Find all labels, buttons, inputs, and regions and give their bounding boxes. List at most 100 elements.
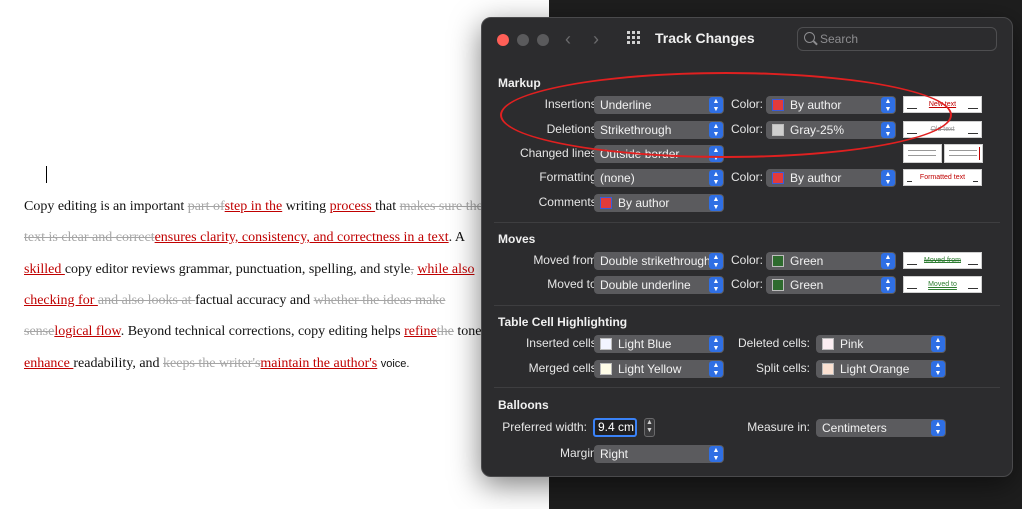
- moved-from-preview: Moved from: [903, 252, 982, 269]
- formatting-popup[interactable]: (none) ▲ ▼: [594, 169, 724, 187]
- document-body[interactable]: Copy editing is an important part ofstep…: [24, 0, 494, 509]
- changed-lines-value: Outside border: [600, 147, 680, 161]
- divider: [494, 387, 1000, 388]
- insertion-run[interactable]: maintain the author's: [260, 356, 377, 371]
- text-run[interactable]: . Beyond technical corrections, copy edi…: [121, 324, 404, 339]
- search-box[interactable]: [797, 27, 997, 51]
- changed-lines-popup[interactable]: Outside border ▲ ▼: [594, 145, 724, 163]
- color-swatch: [600, 338, 612, 350]
- zoom-window-button[interactable]: [537, 34, 549, 46]
- insertions-color-popup[interactable]: By author ▲ ▼: [766, 96, 896, 114]
- chevron-updown-icon: ▲ ▼: [709, 97, 723, 113]
- chevron-updown-icon: ▲ ▼: [881, 253, 895, 269]
- deletion-run[interactable]: sense: [24, 324, 54, 339]
- deletions-preview-text: Old text: [930, 126, 955, 133]
- chevron-updown-icon: ▲ ▼: [881, 170, 895, 186]
- document-line[interactable]: skilled copy editor reviews grammar, pun…: [24, 262, 474, 278]
- insertions-popup[interactable]: Underline ▲ ▼: [594, 96, 724, 114]
- chevron-updown-icon: ▲ ▼: [709, 146, 723, 162]
- text-run[interactable]: copy editor reviews grammar, punctuation…: [65, 262, 410, 277]
- merged-cells-popup[interactable]: Light Yellow ▲ ▼: [594, 360, 724, 378]
- comments-value: By author: [618, 196, 670, 210]
- color-swatch: [772, 255, 784, 267]
- moved-to-popup[interactable]: Double underline ▲ ▼: [594, 276, 724, 294]
- text-run[interactable]: that: [375, 199, 400, 214]
- title-bar: ‹ › Track Changes: [482, 18, 1012, 60]
- deleted-cells-popup[interactable]: Pink ▲ ▼: [816, 335, 946, 353]
- merged-cells-label: Merged cells:: [528, 361, 600, 375]
- margin-popup[interactable]: Right ▲ ▼: [594, 445, 724, 463]
- chevron-left-icon[interactable]: ‹: [565, 29, 571, 50]
- insertion-run[interactable]: while also: [417, 262, 474, 277]
- split-cells-value: Light Orange: [840, 362, 910, 376]
- deletion-run[interactable]: keeps the writer's: [163, 356, 260, 371]
- color-swatch: [772, 124, 784, 136]
- chevron-right-icon[interactable]: ›: [593, 29, 599, 50]
- deletions-preview: Old text: [903, 121, 982, 138]
- moved-to-label: Moved to:: [547, 277, 600, 291]
- document-line[interactable]: checking for and also looks at factual a…: [24, 293, 445, 309]
- deletion-run[interactable]: text is clear and correct: [24, 230, 155, 245]
- text-run[interactable]: factual accuracy and: [195, 293, 314, 308]
- markup-section-title: Markup: [498, 76, 541, 90]
- chevron-updown-icon: ▲ ▼: [709, 361, 723, 377]
- chevron-updown-icon: ▲ ▼: [881, 122, 895, 138]
- moved-to-color-value: Green: [790, 278, 824, 292]
- moved-from-color-popup[interactable]: Green ▲ ▼: [766, 252, 896, 270]
- insertion-run[interactable]: logical flow: [54, 324, 120, 339]
- insertion-run[interactable]: enhance: [24, 356, 73, 371]
- deletions-value: Strikethrough: [600, 123, 672, 137]
- moved-from-label: Moved from:: [533, 253, 600, 267]
- insertion-run[interactable]: refine: [404, 324, 437, 339]
- color-swatch: [600, 197, 612, 209]
- color-swatch: [600, 363, 612, 375]
- moved-from-popup[interactable]: Double strikethrough ▲ ▼: [594, 252, 724, 270]
- width-stepper[interactable]: ▲ ▼: [644, 418, 655, 437]
- formatting-label: Formatting:: [539, 170, 600, 184]
- deletions-color-popup[interactable]: Gray-25% ▲ ▼: [766, 121, 896, 139]
- deletions-popup[interactable]: Strikethrough ▲ ▼: [594, 121, 724, 139]
- comments-popup[interactable]: By author ▲ ▼: [594, 194, 724, 212]
- comments-label: Comments:: [538, 195, 600, 209]
- formatting-color-popup[interactable]: By author ▲ ▼: [766, 169, 896, 187]
- measure-in-value: Centimeters: [822, 421, 887, 435]
- insertion-run[interactable]: checking for: [24, 293, 98, 308]
- text-run[interactable]: . A: [449, 230, 465, 245]
- document-line[interactable]: text is clear and correctensures clarity…: [24, 230, 465, 246]
- deletion-run[interactable]: part of: [188, 199, 225, 214]
- measure-in-popup[interactable]: Centimeters ▲ ▼: [816, 419, 946, 437]
- measure-in-label: Measure in:: [747, 420, 810, 434]
- text-cursor: [46, 166, 47, 183]
- document-line[interactable]: senselogical flow. Beyond technical corr…: [24, 324, 485, 340]
- insertion-run[interactable]: ensures clarity, consistency, and correc…: [155, 230, 449, 245]
- minimize-window-button[interactable]: [517, 34, 529, 46]
- inserted-cells-popup[interactable]: Light Blue ▲ ▼: [594, 335, 724, 353]
- grid-icon[interactable]: [627, 31, 641, 45]
- moved-to-color-popup[interactable]: Green ▲ ▼: [766, 276, 896, 294]
- deletion-run[interactable]: whether the ideas make: [314, 293, 446, 308]
- split-cells-popup[interactable]: Light Orange ▲ ▼: [816, 360, 946, 378]
- deletion-run[interactable]: makes sure the: [400, 199, 483, 214]
- insertion-run[interactable]: skilled: [24, 262, 65, 277]
- search-input[interactable]: [818, 30, 992, 48]
- text-run[interactable]: writing: [282, 199, 329, 214]
- chevron-updown-icon: ▲ ▼: [709, 195, 723, 211]
- insertion-run[interactable]: process: [330, 199, 376, 214]
- close-window-button[interactable]: [497, 34, 509, 46]
- insertion-run[interactable]: step in the: [225, 199, 283, 214]
- text-run[interactable]: Copy editing is an important: [24, 199, 188, 214]
- preferred-width-input[interactable]: 9.4 cm: [593, 418, 637, 437]
- moved-to-preview: Moved to: [903, 276, 982, 293]
- text-run[interactable]: readability, and: [73, 356, 163, 371]
- document-line[interactable]: Copy editing is an important part ofstep…: [24, 199, 483, 215]
- chevron-updown-icon: ▲ ▼: [931, 420, 945, 436]
- text-run[interactable]: voice.: [381, 358, 410, 370]
- formatting-value: (none): [600, 171, 635, 185]
- deletion-run[interactable]: and also looks at: [98, 293, 195, 308]
- divider: [494, 305, 1000, 306]
- deletion-run[interactable]: the: [437, 324, 454, 339]
- insertions-preview: New text: [903, 96, 982, 113]
- document-line[interactable]: enhance readability, and keeps the write…: [24, 356, 410, 372]
- margin-value: Right: [600, 447, 629, 461]
- color-swatch: [772, 99, 784, 111]
